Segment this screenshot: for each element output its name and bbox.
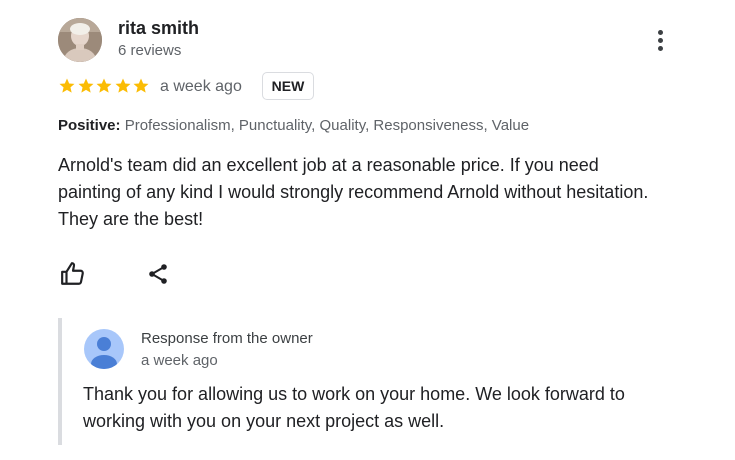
reviewer-review-count[interactable]: 6 reviews bbox=[118, 42, 181, 59]
owner-response-time: a week ago bbox=[141, 352, 218, 369]
owner-response-title: Response from the owner bbox=[141, 330, 313, 347]
star-icon bbox=[78, 78, 93, 93]
positive-attributes: Positive: Professionalism, Punctuality, … bbox=[58, 117, 529, 134]
star-icon bbox=[59, 78, 75, 93]
reviewer-name[interactable]: rita smith bbox=[118, 18, 199, 39]
share-button[interactable] bbox=[146, 262, 170, 286]
star-rating bbox=[58, 77, 151, 95]
thumbs-up-icon bbox=[61, 262, 84, 285]
review-time: a week ago bbox=[160, 78, 242, 95]
owner-avatar bbox=[84, 329, 124, 369]
positive-values: Professionalism, Punctuality, Quality, R… bbox=[124, 117, 530, 134]
more-options-button[interactable] bbox=[652, 28, 670, 54]
new-badge: NEW bbox=[262, 72, 314, 100]
more-vert-icon-dot bbox=[658, 46, 663, 51]
star-icon bbox=[133, 78, 149, 93]
positive-label: Positive: bbox=[58, 117, 121, 134]
review-text: Arnold's team did an excellent job at a … bbox=[58, 155, 649, 229]
owner-response-text: Thank you for allowing us to work on you… bbox=[83, 384, 625, 431]
owner-response-divider bbox=[58, 318, 62, 445]
star-icon bbox=[115, 78, 130, 93]
star-icon bbox=[96, 78, 112, 93]
more-vert-icon-dot bbox=[658, 38, 663, 43]
share-icon bbox=[149, 264, 167, 284]
reviewer-photo-icon bbox=[58, 18, 102, 62]
reviewer-avatar[interactable] bbox=[58, 18, 102, 62]
like-button[interactable] bbox=[60, 261, 86, 287]
more-vert-icon bbox=[658, 30, 663, 35]
person-icon bbox=[91, 337, 117, 369]
